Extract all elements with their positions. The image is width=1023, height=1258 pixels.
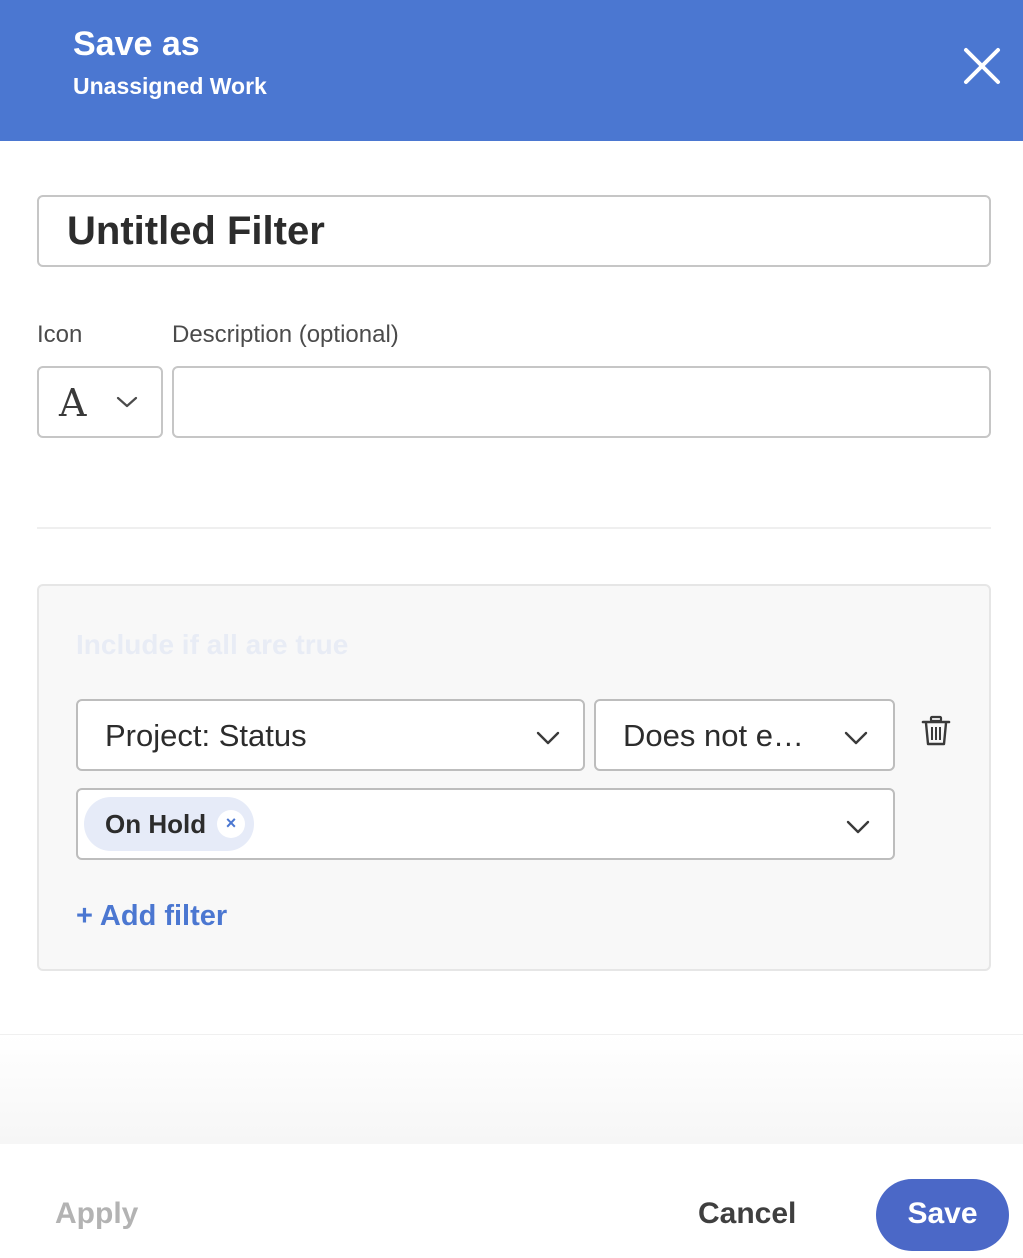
icon-picker[interactable]: A <box>37 366 163 438</box>
add-filter-link[interactable]: + Add filter <box>76 899 227 933</box>
description-input[interactable] <box>172 366 991 438</box>
trash-icon <box>921 715 951 746</box>
chevron-down-icon <box>536 731 560 745</box>
filter-group-heading: Include if all are true <box>76 629 349 660</box>
value-tag: On Hold × <box>84 797 254 851</box>
remove-tag-button[interactable]: × <box>217 810 245 838</box>
save-button[interactable]: Save <box>876 1179 1009 1251</box>
selected-icon-glyph: A <box>59 381 87 425</box>
chevron-down-icon <box>116 396 138 408</box>
filter-field-select[interactable]: Project: Status <box>76 699 585 771</box>
dialog-footer <box>0 1144 1023 1258</box>
remove-tag-icon: × <box>225 813 237 833</box>
filter-rules-panel: Include if all are true Project: Status … <box>37 584 991 971</box>
section-divider <box>37 527 991 529</box>
dialog-title: Save as <box>73 25 200 63</box>
cancel-button[interactable]: Cancel <box>698 1196 796 1232</box>
value-tag-label: On Hold <box>105 809 207 839</box>
icon-label: Icon <box>37 321 83 348</box>
filter-operator-value: Does not e… <box>623 718 804 753</box>
filter-field-value: Project: Status <box>105 718 307 753</box>
apply-button[interactable]: Apply <box>55 1196 138 1232</box>
close-icon <box>964 48 1000 84</box>
filter-values-select[interactable]: On Hold × <box>76 788 895 860</box>
description-label: Description (optional) <box>172 321 399 348</box>
chevron-down-icon <box>846 820 870 834</box>
save-button-label: Save <box>907 1197 978 1230</box>
close-button[interactable] <box>960 44 1004 88</box>
dialog-header: Save as Unassigned Work <box>0 0 1023 141</box>
chevron-down-icon <box>844 731 868 745</box>
delete-rule-button[interactable] <box>919 714 953 748</box>
filter-name-input[interactable] <box>37 195 991 267</box>
dialog-subtitle: Unassigned Work <box>73 73 267 99</box>
scroll-fade <box>0 1034 1023 1144</box>
filter-operator-select[interactable]: Does not e… <box>594 699 895 771</box>
